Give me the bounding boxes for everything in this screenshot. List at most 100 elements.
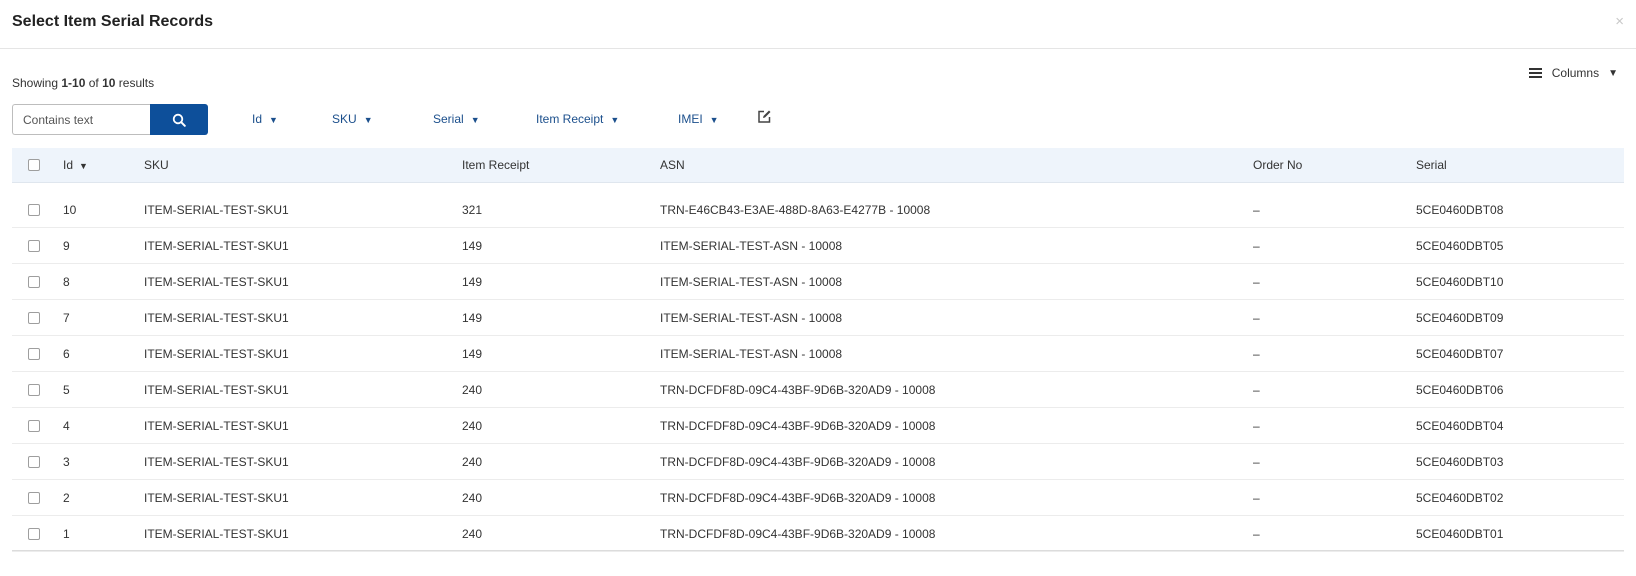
- select-all-checkbox[interactable]: [28, 159, 40, 171]
- row-checkbox[interactable]: [28, 384, 40, 396]
- cell-order-no: –: [1253, 347, 1260, 361]
- cell-item-receipt: 149: [462, 275, 483, 289]
- list-icon: [1528, 68, 1542, 78]
- cell-order-no: –: [1253, 239, 1260, 253]
- cell-order-no: –: [1253, 527, 1260, 541]
- row-checkbox[interactable]: [28, 276, 40, 288]
- cell-order-no: –: [1253, 455, 1260, 469]
- filter-label: Id: [252, 112, 263, 126]
- cell-id: 10: [63, 203, 77, 217]
- cell-item-receipt: 149: [462, 239, 483, 253]
- filter-imei[interactable]: IMEI ▼: [678, 112, 719, 126]
- table-row[interactable]: 3 ITEM-SERIAL-TEST-SKU1 240 TRN-DCFDF8D-09C…: [12, 444, 1624, 480]
- filter-item-receipt[interactable]: Item Receipt ▼: [536, 112, 619, 126]
- row-checkbox[interactable]: [28, 528, 40, 540]
- cell-sku: ITEM-SERIAL-TEST-SKU1: [144, 455, 289, 469]
- modal-title: Select Item Serial Records: [12, 13, 213, 30]
- header-label: Id: [63, 158, 74, 172]
- caret-down-icon: ▼: [1608, 67, 1618, 79]
- table-row[interactable]: 8 ITEM-SERIAL-TEST-SKU1 149 ITEM-SERIAL-TES…: [12, 264, 1624, 300]
- cell-serial: 5CE0460DBT07: [1416, 347, 1504, 361]
- cell-order-no: –: [1253, 383, 1260, 397]
- cell-item-receipt: 240: [462, 419, 483, 433]
- filter-serial[interactable]: Serial ▼: [433, 112, 480, 126]
- filter-sku[interactable]: SKU ▼: [332, 112, 373, 126]
- row-checkbox[interactable]: [28, 348, 40, 360]
- results-of: of: [85, 76, 103, 90]
- cell-serial: 5CE0460DBT06: [1416, 383, 1504, 397]
- column-header-order-no[interactable]: Order No: [1253, 158, 1302, 172]
- cell-asn: ITEM-SERIAL-TEST-ASN - 10008: [660, 311, 843, 325]
- results-range: 1-10: [61, 76, 86, 90]
- results-total: 10: [102, 76, 116, 90]
- cell-sku: ITEM-SERIAL-TEST-SKU1: [144, 347, 289, 361]
- filter-label: Serial: [433, 112, 464, 126]
- table-row[interactable]: 7 ITEM-SERIAL-TEST-SKU1 149 ITEM-SERIAL-TES…: [12, 300, 1624, 336]
- table-row[interactable]: 5 ITEM-SERIAL-TEST-SKU1 240 TRN-DCFDF8D-09C…: [12, 372, 1624, 408]
- cell-serial: 5CE0460DBT08: [1416, 203, 1504, 217]
- sort-desc-icon: ▼: [79, 161, 88, 171]
- search-button[interactable]: [150, 104, 208, 135]
- cell-sku: ITEM-SERIAL-TEST-SKU1: [144, 239, 289, 253]
- cell-asn: TRN-DCFDF8D-09C4-43BF-9D6B-320AD9 - 1000…: [660, 419, 936, 433]
- cell-id: 7: [63, 311, 70, 325]
- table-row[interactable]: 9 ITEM-SERIAL-TEST-SKU1 149 ITEM-SERIAL-TES…: [12, 228, 1624, 264]
- cell-serial: 5CE0460DBT04: [1416, 419, 1504, 433]
- row-checkbox[interactable]: [28, 204, 40, 216]
- column-header-asn[interactable]: ASN: [660, 158, 685, 172]
- column-header-serial[interactable]: Serial: [1416, 158, 1447, 172]
- row-checkbox[interactable]: [28, 456, 40, 468]
- cell-sku: ITEM-SERIAL-TEST-SKU1: [144, 311, 289, 325]
- cell-id: 9: [63, 239, 70, 253]
- column-header-item-receipt[interactable]: Item Receipt: [462, 158, 529, 172]
- row-checkbox[interactable]: [28, 312, 40, 324]
- caret-down-icon: ▼: [363, 115, 373, 125]
- row-checkbox[interactable]: [28, 420, 40, 432]
- cell-item-receipt: 240: [462, 383, 483, 397]
- edit-icon[interactable]: [757, 109, 772, 127]
- modal-header: Select Item Serial Records ×: [0, 0, 1636, 49]
- cell-asn: TRN-DCFDF8D-09C4-43BF-9D6B-320AD9 - 1000…: [660, 383, 936, 397]
- row-checkbox[interactable]: [28, 240, 40, 252]
- filter-id[interactable]: Id ▼: [252, 112, 278, 126]
- cell-item-receipt: 149: [462, 347, 483, 361]
- table-row[interactable]: 10 ITEM-SERIAL-TEST-SKU1 321 TRN-E46CB43-E3…: [12, 192, 1624, 228]
- cell-item-receipt: 240: [462, 455, 483, 469]
- caret-down-icon: ▼: [610, 115, 620, 125]
- cell-order-no: –: [1253, 491, 1260, 505]
- cell-sku: ITEM-SERIAL-TEST-SKU1: [144, 527, 289, 541]
- close-button[interactable]: ×: [1615, 13, 1624, 30]
- cell-item-receipt: 149: [462, 311, 483, 325]
- cell-id: 2: [63, 491, 70, 505]
- column-header-sku[interactable]: SKU: [144, 158, 169, 172]
- table-row[interactable]: 2 ITEM-SERIAL-TEST-SKU1 240 TRN-DCFDF8D-09C…: [12, 480, 1624, 516]
- filter-label: SKU: [332, 112, 357, 126]
- column-header-id[interactable]: Id ▼: [63, 158, 88, 172]
- cell-id: 3: [63, 455, 70, 469]
- cell-id: 5: [63, 383, 70, 397]
- table-row[interactable]: 1 ITEM-SERIAL-TEST-SKU1 240 TRN-DCFDF8D-09C…: [12, 516, 1624, 552]
- cell-serial: 5CE0460DBT09: [1416, 311, 1504, 325]
- table-row[interactable]: 4 ITEM-SERIAL-TEST-SKU1 240 TRN-DCFDF8D-09C…: [12, 408, 1624, 444]
- cell-sku: ITEM-SERIAL-TEST-SKU1: [144, 419, 289, 433]
- cell-serial: 5CE0460DBT02: [1416, 491, 1504, 505]
- caret-down-icon: ▼: [269, 115, 278, 125]
- cell-asn: TRN-DCFDF8D-09C4-43BF-9D6B-320AD9 - 1000…: [660, 455, 936, 469]
- cell-asn: ITEM-SERIAL-TEST-ASN - 10008: [660, 275, 843, 289]
- cell-asn: ITEM-SERIAL-TEST-ASN - 10008: [660, 239, 843, 253]
- cell-item-receipt: 240: [462, 491, 483, 505]
- table-bottom-border: [12, 550, 1624, 551]
- filter-label: IMEI: [678, 112, 703, 126]
- columns-button[interactable]: Columns ▼: [1528, 66, 1618, 80]
- cell-serial: 5CE0460DBT01: [1416, 527, 1504, 541]
- cell-id: 6: [63, 347, 70, 361]
- search-input[interactable]: [12, 104, 150, 135]
- cell-serial: 5CE0460DBT03: [1416, 455, 1504, 469]
- search-icon: [172, 113, 186, 127]
- table-row[interactable]: 6 ITEM-SERIAL-TEST-SKU1 149 ITEM-SERIAL-TES…: [12, 336, 1624, 372]
- cell-order-no: –: [1253, 203, 1260, 217]
- row-checkbox[interactable]: [28, 492, 40, 504]
- cell-sku: ITEM-SERIAL-TEST-SKU1: [144, 491, 289, 505]
- results-summary: Showing 1-10 of 10 results: [12, 76, 154, 90]
- cell-item-receipt: 240: [462, 527, 483, 541]
